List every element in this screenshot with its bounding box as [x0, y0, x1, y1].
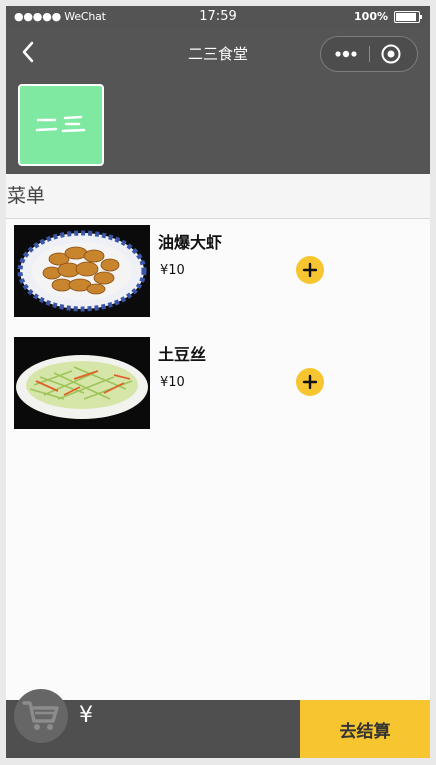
dish-list: 油爆大虾 ¥10 土豆丝 ¥10	[6, 219, 430, 700]
cart-button[interactable]	[14, 689, 68, 743]
store-header	[6, 78, 430, 174]
store-logo	[18, 84, 104, 166]
shopping-cart-icon	[22, 701, 59, 730]
capsule-divider	[369, 46, 370, 62]
more-dots-icon	[335, 50, 357, 58]
add-to-cart-button[interactable]	[296, 256, 324, 284]
cart-total: ¥	[79, 703, 93, 728]
menu-section-label: 菜单	[7, 185, 46, 207]
dish-price: ¥10	[160, 263, 185, 278]
potato-strips-image	[14, 337, 150, 429]
mini-program-capsule	[320, 36, 418, 72]
checkout-button[interactable]: 去结算	[300, 700, 430, 758]
shrimp-plate-image	[14, 225, 150, 317]
close-button[interactable]	[380, 43, 402, 65]
dish-photo-potato	[14, 337, 150, 429]
dish-price: ¥10	[160, 375, 185, 390]
plus-icon	[302, 262, 318, 278]
phone-screen: ●●●●● WeChat 17:59 100% 二三食堂 菜单 油爆大虾 ¥10…	[6, 6, 430, 758]
dish-photo-shrimp	[14, 225, 150, 317]
dish-item-potato[interactable]: 土豆丝 ¥10	[6, 337, 430, 431]
status-bar: ●●●●● WeChat 17:59 100%	[6, 6, 430, 28]
store-logo-artwork	[35, 115, 86, 133]
navigation-bar: 二三食堂	[6, 28, 430, 78]
battery-percent: 100%	[354, 10, 388, 23]
cart-bar: ¥ 去结算	[6, 700, 430, 758]
battery-icon	[394, 10, 422, 23]
plus-icon	[302, 374, 318, 390]
battery-status: 100%	[354, 10, 422, 23]
more-button[interactable]	[331, 45, 361, 63]
dish-name: 油爆大虾	[158, 233, 223, 252]
dish-item-shrimp[interactable]: 油爆大虾 ¥10	[6, 225, 430, 319]
add-to-cart-button[interactable]	[296, 368, 324, 396]
menu-section-title: 菜单	[6, 174, 430, 219]
dish-name: 土豆丝	[158, 345, 207, 364]
target-circle-icon	[381, 44, 401, 64]
